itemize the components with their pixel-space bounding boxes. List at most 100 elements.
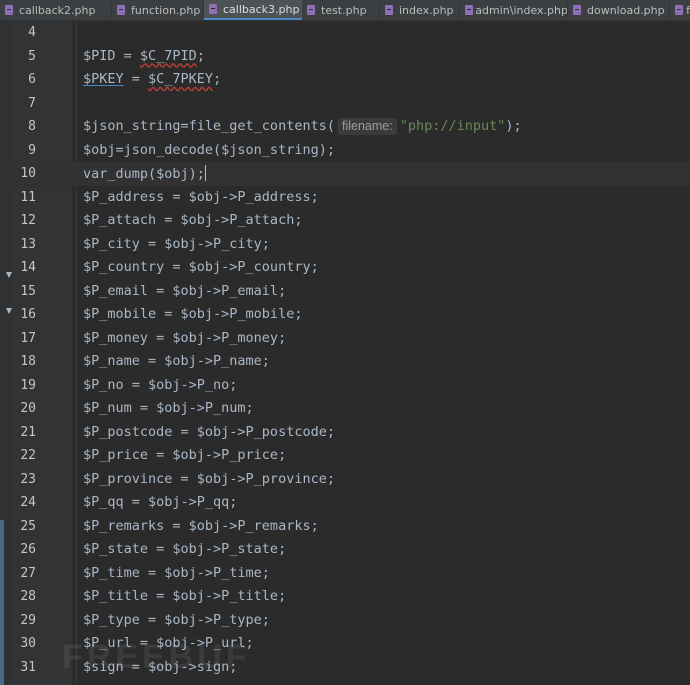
tab-label: test.php bbox=[321, 3, 367, 17]
tab-label: index.php bbox=[399, 3, 454, 17]
code-line[interactable]: 18 $P_name = $obj->P_name; bbox=[0, 350, 690, 374]
line-number: 17 bbox=[20, 330, 36, 346]
line-number: 22 bbox=[20, 448, 36, 463]
code-text: $P_title = $obj->P_title; bbox=[83, 588, 287, 604]
line-number: 27 bbox=[20, 565, 36, 581]
php-file-icon bbox=[384, 4, 395, 16]
code-line[interactable]: 13 $P_city = $obj->P_city; bbox=[0, 233, 690, 257]
code-line[interactable]: 22 $P_price = $obj->P_price; bbox=[0, 444, 690, 468]
php-file-icon bbox=[4, 4, 15, 16]
tab-callback2[interactable]: callback2.php bbox=[0, 0, 112, 20]
line-number: 4 bbox=[28, 25, 36, 40]
line-number: 18 bbox=[20, 354, 36, 369]
code-text: $P_postcode = $obj->P_postcode; bbox=[83, 423, 335, 440]
line-number: 21 bbox=[20, 424, 36, 440]
code-line[interactable]: 6 $PKEY = $C_7PKEY; bbox=[0, 68, 690, 92]
code-line[interactable]: 4 bbox=[0, 21, 690, 45]
tab-label: callback2.php bbox=[19, 3, 96, 17]
code-line[interactable]: 5 $PID = $C_7PID; bbox=[0, 45, 690, 69]
line-number: 24 bbox=[20, 495, 36, 510]
parameter-hint: filename: bbox=[337, 118, 397, 135]
tab-admin-index[interactable]: admin\index.php bbox=[460, 0, 568, 20]
code-text: $P_money = $obj->P_money; bbox=[83, 329, 287, 346]
code-line[interactable]: 8 $json_string=file_get_contents(filenam… bbox=[0, 115, 690, 139]
line-number: 12 bbox=[20, 213, 36, 228]
code-text: $P_time = $obj->P_time; bbox=[83, 564, 270, 581]
code-text: $P_country = $obj->P_country; bbox=[83, 259, 319, 275]
code-text: $P_city = $obj->P_city; bbox=[83, 235, 270, 252]
code-text: $P_type = $obj->P_type; bbox=[83, 611, 270, 628]
line-number: 29 bbox=[20, 612, 36, 628]
line-number: 10 bbox=[20, 166, 36, 181]
editor-tab-bar: callback2.php function.php callback3.php… bbox=[0, 0, 690, 21]
code-line[interactable]: 19 $P_no = $obj->P_no; bbox=[0, 374, 690, 398]
code-line[interactable]: 20 $P_num = $obj->P_num; bbox=[0, 397, 690, 421]
code-text: $P_name = $obj->P_name; bbox=[83, 353, 270, 369]
undefined-variable: $C_7PKEY bbox=[148, 71, 214, 87]
code-text: $P_mobile = $obj->P_mobile; bbox=[83, 306, 303, 322]
code-text: $P_no = $obj->P_no; bbox=[83, 376, 238, 393]
variable-link[interactable]: $PKEY bbox=[83, 71, 124, 87]
watermark: FREEBUF bbox=[62, 638, 251, 676]
code-line[interactable]: 9 $obj=json_decode($json_string); bbox=[0, 139, 690, 163]
line-number: 23 bbox=[20, 471, 36, 487]
tab-label: admin\index.php bbox=[475, 3, 568, 17]
code-text: var_dump($obj); bbox=[83, 165, 206, 182]
tab-label: function.php bbox=[131, 3, 201, 17]
tab-index[interactable]: index.php bbox=[380, 0, 460, 20]
line-number: 6 bbox=[28, 72, 36, 87]
php-file-icon bbox=[674, 4, 684, 16]
code-line[interactable]: 29 $P_type = $obj->P_type; bbox=[0, 609, 690, 633]
code-text: $PKEY = $C_7PKEY; bbox=[83, 71, 222, 87]
current-code-line[interactable]: 10 var_dump($obj); bbox=[0, 162, 690, 186]
php-file-icon bbox=[572, 4, 583, 16]
tab-label: download.php bbox=[587, 3, 665, 17]
tab-function[interactable]: function.php bbox=[112, 0, 204, 20]
code-text: $PID = $C_7PID; bbox=[83, 47, 205, 64]
code-line[interactable]: 21 $P_postcode = $obj->P_postcode; bbox=[0, 421, 690, 445]
code-text: $P_email = $obj->P_email; bbox=[83, 282, 287, 299]
line-number: 13 bbox=[20, 236, 36, 252]
code-text: $P_province = $obj->P_province; bbox=[83, 470, 335, 487]
code-line[interactable]: 26 $P_state = $obj->P_state; bbox=[0, 538, 690, 562]
code-line[interactable]: 17 $P_money = $obj->P_money; bbox=[0, 327, 690, 351]
code-text: $json_string=file_get_contents(filename:… bbox=[83, 118, 522, 135]
code-line[interactable]: 28 $P_title = $obj->P_title; bbox=[0, 585, 690, 609]
code-line[interactable]: 7 bbox=[0, 92, 690, 116]
code-line[interactable]: 12 $P_attach = $obj->P_attach; bbox=[0, 209, 690, 233]
tab-callback3[interactable]: callback3.php bbox=[204, 0, 302, 20]
tab-overflow[interactable]: f bbox=[670, 0, 690, 20]
line-number: 19 bbox=[20, 377, 36, 393]
code-line[interactable]: 14 $P_country = $obj->P_country; bbox=[0, 256, 690, 280]
tab-download[interactable]: download.php bbox=[568, 0, 670, 20]
line-number: 26 bbox=[20, 542, 36, 557]
code-line[interactable]: 25 $P_remarks = $obj->P_remarks; bbox=[0, 515, 690, 539]
code-text: $P_price = $obj->P_price; bbox=[83, 447, 287, 463]
line-number: 11 bbox=[20, 189, 36, 205]
code-line[interactable]: 23 $P_province = $obj->P_province; bbox=[0, 468, 690, 492]
undefined-variable: $C_7PID bbox=[139, 47, 197, 64]
code-line[interactable]: 15 $P_email = $obj->P_email; bbox=[0, 280, 690, 304]
code-line[interactable]: 27 $P_time = $obj->P_time; bbox=[0, 562, 690, 586]
code-text: $P_address = $obj->P_address; bbox=[83, 188, 319, 205]
code-line[interactable]: 16 $P_mobile = $obj->P_mobile; bbox=[0, 303, 690, 327]
code-line[interactable]: 24 $P_qq = $obj->P_qq; bbox=[0, 491, 690, 515]
tab-label: f bbox=[686, 3, 690, 17]
line-number: 31 bbox=[20, 659, 36, 675]
code-text: $P_num = $obj->P_num; bbox=[83, 400, 254, 416]
line-number: 20 bbox=[20, 401, 36, 416]
text-caret bbox=[204, 165, 206, 181]
line-number: 25 bbox=[20, 518, 36, 534]
code-text: $P_remarks = $obj->P_remarks; bbox=[83, 517, 319, 534]
code-text: $P_attach = $obj->P_attach; bbox=[83, 212, 303, 228]
code-line[interactable]: 11 $P_address = $obj->P_address; bbox=[0, 186, 690, 210]
tab-label: callback3.php bbox=[223, 2, 300, 16]
line-number: 30 bbox=[20, 636, 36, 651]
line-number: 15 bbox=[20, 283, 36, 299]
tab-test[interactable]: test.php bbox=[302, 0, 380, 20]
php-file-icon bbox=[306, 4, 317, 16]
code-text: $obj=json_decode($json_string); bbox=[83, 141, 335, 158]
line-number: 9 bbox=[28, 142, 36, 158]
line-number: 5 bbox=[28, 48, 36, 64]
php-file-icon bbox=[208, 3, 219, 15]
